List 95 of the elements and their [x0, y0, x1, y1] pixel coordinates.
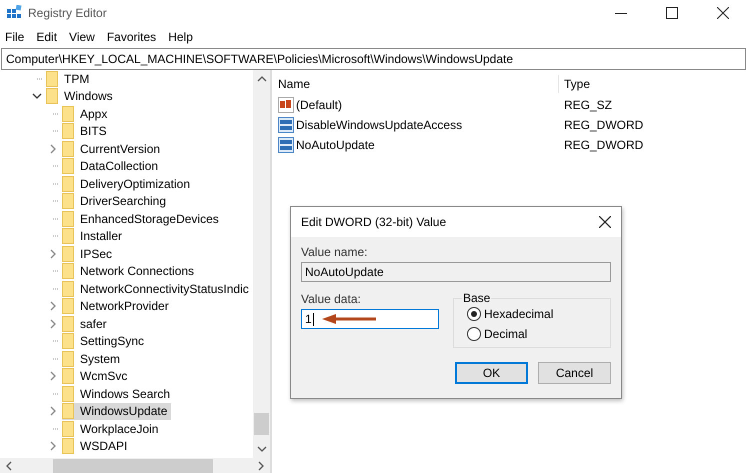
arrow: [322, 314, 376, 324]
radio-button[interactable]: Hexadecimal: [462, 307, 602, 321]
close-icon[interactable]: [599, 216, 611, 228]
chevron-down-icon[interactable]: [32, 91, 42, 102]
menu-item[interactable]: File: [5, 30, 24, 44]
tree-item[interactable]: System: [62, 350, 124, 368]
value-name[interactable]: DisableWindowsUpdateAccess: [296, 118, 462, 132]
window-title: Registry Editor: [28, 6, 107, 20]
folder-icon: [62, 333, 74, 350]
horizontal-scrollbar[interactable]: [0, 458, 270, 473]
folder-icon: [62, 140, 74, 157]
menu-item[interactable]: Help: [168, 30, 193, 44]
tree-item[interactable]: TPM: [46, 70, 94, 88]
column-header[interactable]: Type: [559, 77, 590, 91]
tree-item[interactable]: WcmSvc: [62, 368, 132, 385]
tree-item[interactable]: DataCollection: [62, 158, 162, 175]
value-name[interactable]: NoAutoUpdate: [296, 138, 375, 152]
folder-icon: [62, 350, 74, 367]
address-bar[interactable]: Computer\HKEY_LOCAL_MACHINE\SOFTWARE\Policies\Microsoft\Windows\WindowsUpdate: [1, 48, 746, 70]
tree-item[interactable]: CurrentVersion: [62, 140, 164, 158]
folder-icon: [46, 88, 58, 104]
dialog-title: Edit DWORD (32-bit) Value: [301, 215, 446, 229]
dialog-button[interactable]: OK: [455, 362, 528, 384]
folder-icon: [62, 176, 74, 192]
field-label: Value data:: [301, 292, 362, 306]
scroll-up-icon[interactable]: [256, 75, 266, 83]
folder-icon: [62, 316, 74, 332]
scroll-left-icon[interactable]: [5, 460, 13, 470]
string-value-icon: [278, 97, 294, 113]
tree-item[interactable]: WindowsUpdate: [62, 402, 172, 420]
chevron-right-icon[interactable]: [48, 301, 58, 312]
tree-item[interactable]: NetworkConnectivityStatusIndic: [62, 280, 253, 298]
chevron-right-icon[interactable]: [48, 406, 58, 416]
folder-icon: [46, 70, 58, 87]
chevron-right-icon[interactable]: [48, 441, 58, 452]
folder-icon: [62, 280, 74, 297]
folder-icon: [62, 298, 74, 314]
folder-icon: [62, 403, 74, 420]
folder-icon: [62, 123, 74, 140]
chevron-right-icon[interactable]: [48, 144, 58, 154]
folder-icon: [62, 368, 74, 384]
scroll-down-icon[interactable]: [256, 445, 266, 453]
folder-icon: [62, 228, 74, 244]
value-type: REG_SZ: [563, 98, 612, 112]
tree-item[interactable]: safer: [62, 315, 111, 332]
registry-icon: [6, 5, 22, 21]
tree-item[interactable]: Windows: [46, 88, 117, 105]
vertical-scrollbar[interactable]: [253, 70, 270, 458]
chevron-right-icon[interactable]: [48, 371, 58, 382]
tree-item[interactable]: BITS: [62, 122, 111, 140]
folder-icon: [62, 438, 74, 454]
tree-item[interactable]: Appx: [62, 105, 112, 122]
folder-icon: [62, 210, 74, 227]
tree-item[interactable]: Network Connections: [62, 262, 198, 280]
tree-item[interactable]: Windows Search: [62, 385, 174, 402]
value-type: REG_DWORD: [563, 118, 644, 132]
tree-item[interactable]: WSDAPI: [62, 438, 132, 455]
menu-item[interactable]: Edit: [36, 30, 58, 44]
tree-item[interactable]: DeliveryOptimization: [62, 175, 194, 192]
scroll-thumb[interactable]: [53, 458, 213, 472]
tree-item[interactable]: SettingSync: [62, 332, 148, 350]
chevron-right-icon[interactable]: [48, 318, 58, 329]
scroll-thumb[interactable]: [254, 413, 269, 435]
scroll-right-icon[interactable]: [257, 460, 265, 470]
dialog-button[interactable]: Cancel: [538, 362, 611, 384]
value-type: REG_DWORD: [563, 138, 644, 152]
folder-icon: [62, 263, 74, 280]
radio-circle[interactable]: [467, 307, 481, 321]
tree-item[interactable]: EnhancedStorageDevices: [62, 210, 223, 228]
radio-circle[interactable]: [467, 327, 481, 341]
tree-item[interactable]: NetworkProvider: [62, 298, 173, 315]
binary-value-icon: [278, 137, 294, 153]
group-label: Base: [462, 291, 492, 305]
tree-item[interactable]: Installer: [62, 228, 126, 245]
tree-item[interactable]: WorkplaceJoin: [62, 420, 162, 438]
folder-icon: [62, 386, 74, 402]
folder-icon: [62, 420, 74, 437]
column-header[interactable]: Name: [278, 75, 559, 93]
menu-item[interactable]: View: [69, 30, 95, 44]
value-name[interactable]: (Default): [296, 98, 342, 112]
close-icon[interactable]: [717, 7, 729, 19]
folder-icon: [62, 193, 74, 210]
binary-value-icon: [278, 117, 294, 133]
tree-item[interactable]: DriverSearching: [62, 192, 170, 210]
radio-button[interactable]: Decimal: [462, 327, 602, 341]
menu-item[interactable]: Favorites: [106, 30, 156, 44]
tree-item[interactable]: IPSec: [62, 245, 116, 262]
value-name-field[interactable]: NoAutoUpdate: [301, 262, 611, 282]
folder-icon: [62, 158, 74, 174]
value-data-field[interactable]: 1: [301, 309, 439, 329]
maximize-icon[interactable]: [666, 7, 678, 19]
folder-icon: [62, 246, 74, 262]
folder-icon: [62, 106, 74, 122]
chevron-right-icon[interactable]: [48, 248, 58, 259]
field-label: Value name:: [301, 245, 368, 259]
